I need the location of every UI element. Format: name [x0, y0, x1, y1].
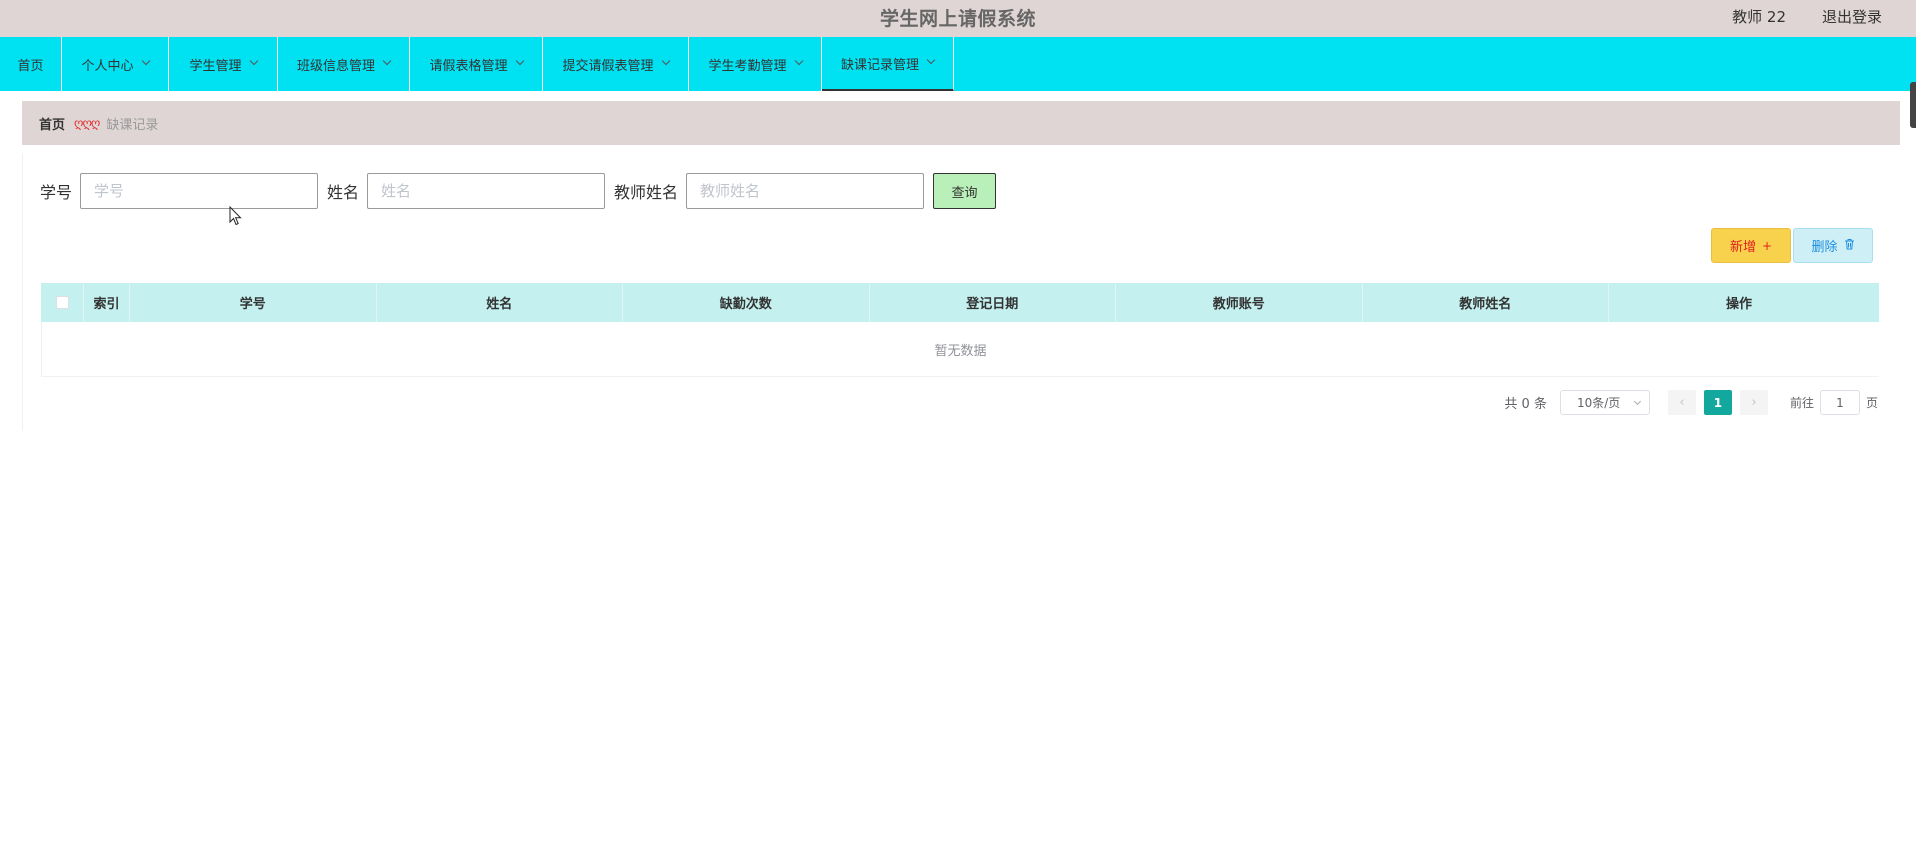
- mouse-cursor-icon: [229, 205, 243, 230]
- student-id-input[interactable]: [80, 173, 319, 209]
- table-empty-text: 暂无数据: [41, 322, 1879, 377]
- name-label: 姓名: [327, 183, 360, 202]
- nav-item-personal-center[interactable]: 个人中心: [62, 37, 169, 91]
- nav-item-label: 个人中心: [81, 58, 134, 74]
- current-user: 教师 22: [1732, 8, 1786, 26]
- nav-item-label: 请假表格管理: [429, 58, 508, 74]
- add-button[interactable]: 新增 +: [1711, 228, 1791, 263]
- pagination-total: 共 0 条: [1504, 397, 1547, 412]
- nav-item-label: 学生管理: [189, 58, 242, 74]
- delete-button[interactable]: 删除: [1793, 228, 1873, 263]
- logout-link[interactable]: 退出登录: [1822, 6, 1882, 27]
- nav-item-label: 班级信息管理: [296, 58, 375, 74]
- chevron-down-icon: [1633, 397, 1642, 406]
- chevron-down-icon: [249, 56, 258, 66]
- name-input[interactable]: [367, 173, 606, 209]
- top-header: 学生网上请假系统 教师 22 退出登录: [0, 0, 1916, 37]
- app-title: 学生网上请假系统: [879, 8, 1036, 30]
- nav-item-submit-leave-management[interactable]: 提交请假表管理: [543, 37, 689, 91]
- page-size-select[interactable]: 10条/页: [1559, 390, 1650, 415]
- breadcrumb-home[interactable]: 首页: [39, 114, 65, 133]
- main-nav: 首页 个人中心 学生管理 班级信息管理 请假表格管理 提交请假表管理 学生考勤管…: [0, 37, 1916, 91]
- chevron-down-icon: [382, 56, 392, 66]
- chevron-down-icon: [515, 56, 524, 66]
- column-header-index: 索引: [84, 283, 130, 322]
- page-suffix: 页: [1865, 396, 1878, 410]
- nav-item-label: 提交请假表管理: [562, 58, 654, 74]
- trash-icon: [1844, 238, 1855, 253]
- table-header: 索引 学号 姓名 缺勤次数 登记日期 教师账号 教师姓名 操作: [41, 283, 1879, 322]
- page-number-1[interactable]: 1: [1703, 390, 1732, 415]
- column-header-register-date: 登记日期: [870, 283, 1116, 322]
- teacher-name-input[interactable]: [686, 173, 925, 209]
- column-header-teacher-name: 教师姓名: [1363, 283, 1609, 322]
- chevron-down-icon: [794, 56, 803, 66]
- nav-item-home[interactable]: 首页: [0, 37, 62, 91]
- chevron-down-icon: [661, 56, 670, 66]
- plus-icon: +: [1761, 238, 1773, 253]
- nav-item-class-info-management[interactable]: 班级信息管理: [278, 37, 410, 91]
- student-id-label: 学号: [40, 183, 73, 202]
- select-all-cell: [41, 283, 84, 322]
- next-page-button[interactable]: ›: [1739, 390, 1768, 415]
- breadcrumb-separator: ღღღ: [74, 116, 100, 130]
- pagination: 共 0 条 10条/页 ‹ 1 › 前往 页: [1504, 390, 1878, 415]
- breadcrumb-current: 缺课记录: [106, 117, 159, 133]
- teacher-name-label: 教师姓名: [614, 183, 679, 202]
- chevron-down-icon: [926, 55, 936, 65]
- goto-label: 前往: [1789, 396, 1814, 410]
- search-form: 学号 姓名 教师姓名 查询: [40, 173, 997, 209]
- breadcrumb: 首页 ღღღ 缺课记录: [22, 101, 1900, 145]
- column-header-actions: 操作: [1725, 297, 1752, 312]
- nav-item-leave-form-management[interactable]: 请假表格管理: [410, 37, 543, 91]
- column-header-student-id: 学号: [130, 283, 377, 322]
- delete-button-label: 删除: [1811, 240, 1838, 255]
- content-panel: 学号 姓名 教师姓名 查询 新增 + 删除 索引 学号 姓名 缺勤次数 登记日期…: [22, 153, 1900, 431]
- nav-item-label: 缺课记录管理: [840, 57, 919, 73]
- query-button[interactable]: 查询: [933, 173, 997, 209]
- column-header-name: 姓名: [377, 283, 623, 322]
- nav-item-label: 学生考勤管理: [708, 58, 787, 74]
- nav-item-student-management[interactable]: 学生管理: [169, 37, 278, 91]
- column-header-absence-count: 缺勤次数: [623, 283, 870, 322]
- vertical-scrollbar[interactable]: [1910, 82, 1916, 128]
- chevron-down-icon: [141, 56, 150, 66]
- select-all-checkbox[interactable]: [55, 296, 69, 309]
- add-button-label: 新增: [1729, 240, 1756, 255]
- nav-item-label: 首页: [17, 58, 44, 74]
- prev-page-button[interactable]: ‹: [1667, 390, 1696, 415]
- nav-item-absence-record-management[interactable]: 缺课记录管理: [822, 37, 954, 91]
- page-size-value: 10条/页: [1576, 396, 1621, 410]
- column-header-teacher-account: 教师账号: [1116, 283, 1363, 322]
- nav-item-attendance-management[interactable]: 学生考勤管理: [689, 37, 822, 91]
- absence-record-table: 索引 学号 姓名 缺勤次数 登记日期 教师账号 教师姓名 操作 暂无数据: [41, 283, 1879, 377]
- goto-page-input[interactable]: [1819, 390, 1860, 415]
